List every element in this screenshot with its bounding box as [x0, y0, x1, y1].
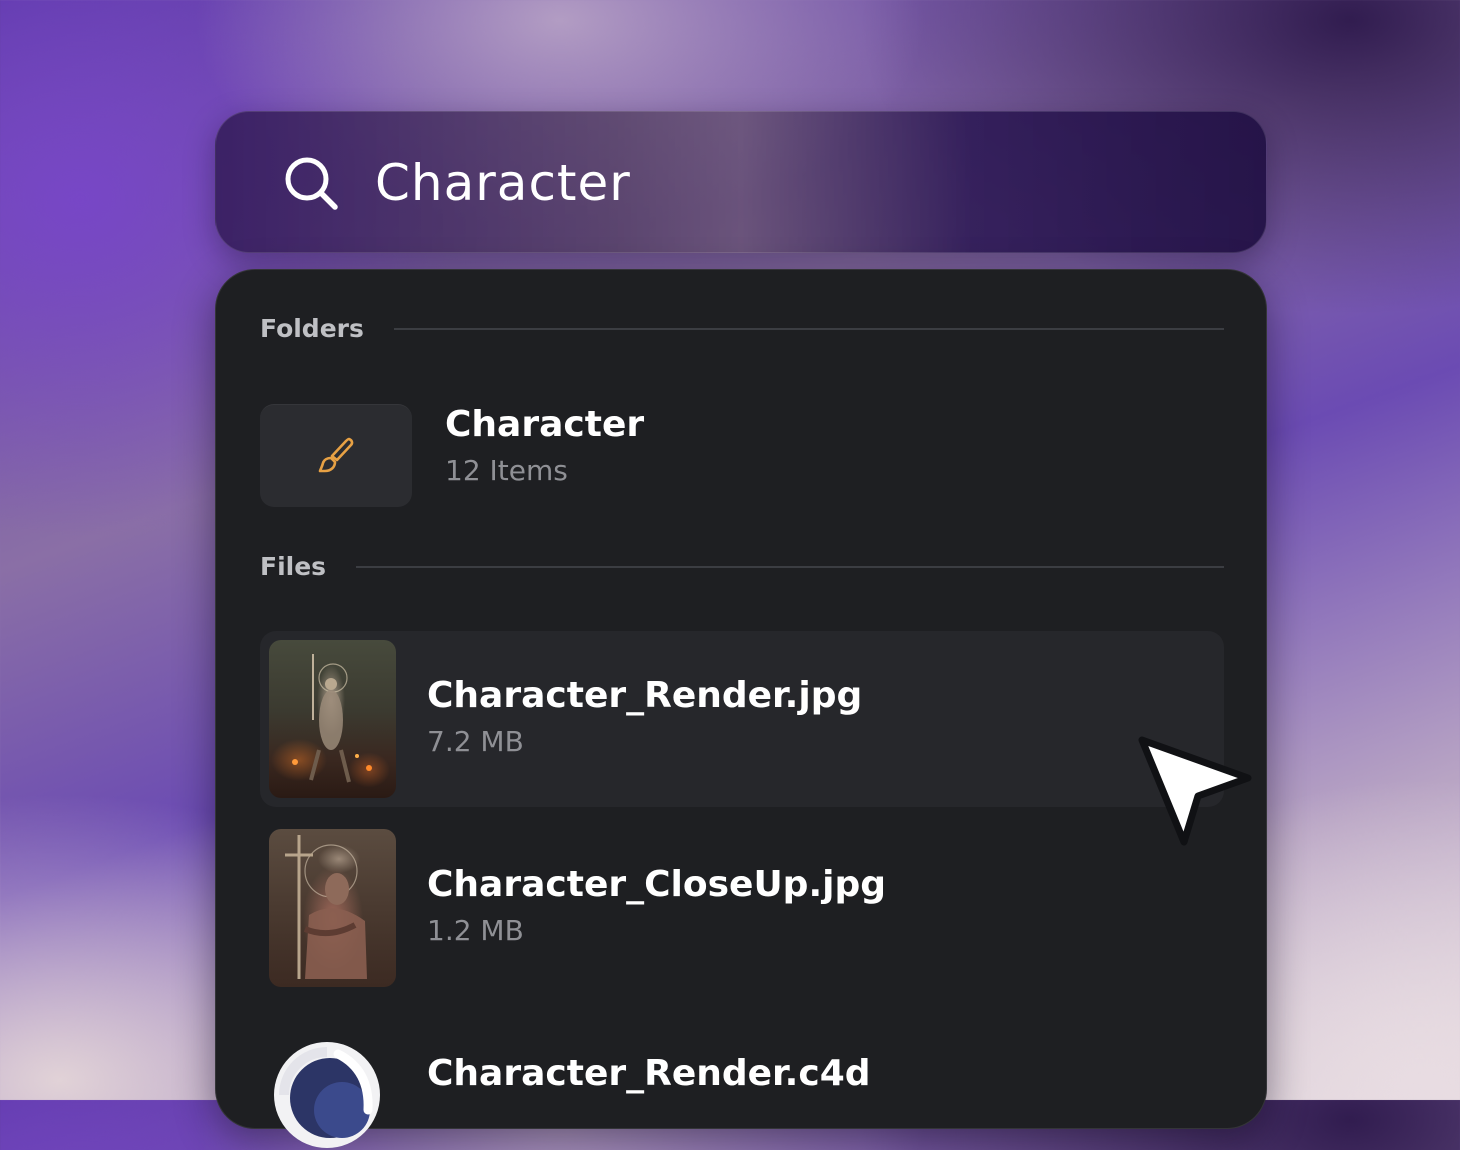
search-icon — [285, 157, 338, 210]
folder-item[interactable]: Character 12 Items — [260, 390, 1224, 510]
file-thumbnail — [269, 640, 396, 798]
search-input[interactable]: Character — [375, 150, 631, 216]
cinema4d-icon — [274, 1042, 380, 1148]
files-section-title: Files — [260, 552, 327, 581]
section-divider — [393, 327, 1224, 330]
file-size: 1.2 MB — [427, 914, 524, 947]
paintbrush-icon — [318, 437, 354, 473]
files-section-header: Files — [260, 552, 1224, 581]
search-bar[interactable] — [215, 111, 1267, 253]
folders-section-header: Folders — [260, 314, 1224, 343]
folder-thumbnail — [260, 404, 412, 507]
file-name: Character_CloseUp.jpg — [427, 864, 886, 905]
folder-name: Character — [445, 404, 645, 445]
folders-section-title: Folders — [260, 314, 364, 343]
section-divider — [356, 565, 1224, 568]
file-thumbnail — [269, 829, 396, 987]
file-item[interactable]: Character_CloseUp.jpg 1.2 MB — [260, 820, 1224, 996]
search-results-panel: Folders Character 12 Items Files Charact… — [215, 269, 1267, 1129]
folder-item-count: 12 Items — [445, 454, 568, 487]
file-item-selected[interactable]: Character_Render.jpg 7.2 MB — [260, 631, 1224, 807]
file-size: 7.2 MB — [427, 725, 524, 758]
file-name: Character_Render.c4d — [427, 1053, 871, 1094]
file-item[interactable]: Character_Render.c4d — [260, 1009, 1224, 1128]
mouse-cursor-icon — [1138, 736, 1252, 846]
file-name: Character_Render.jpg — [427, 675, 863, 716]
